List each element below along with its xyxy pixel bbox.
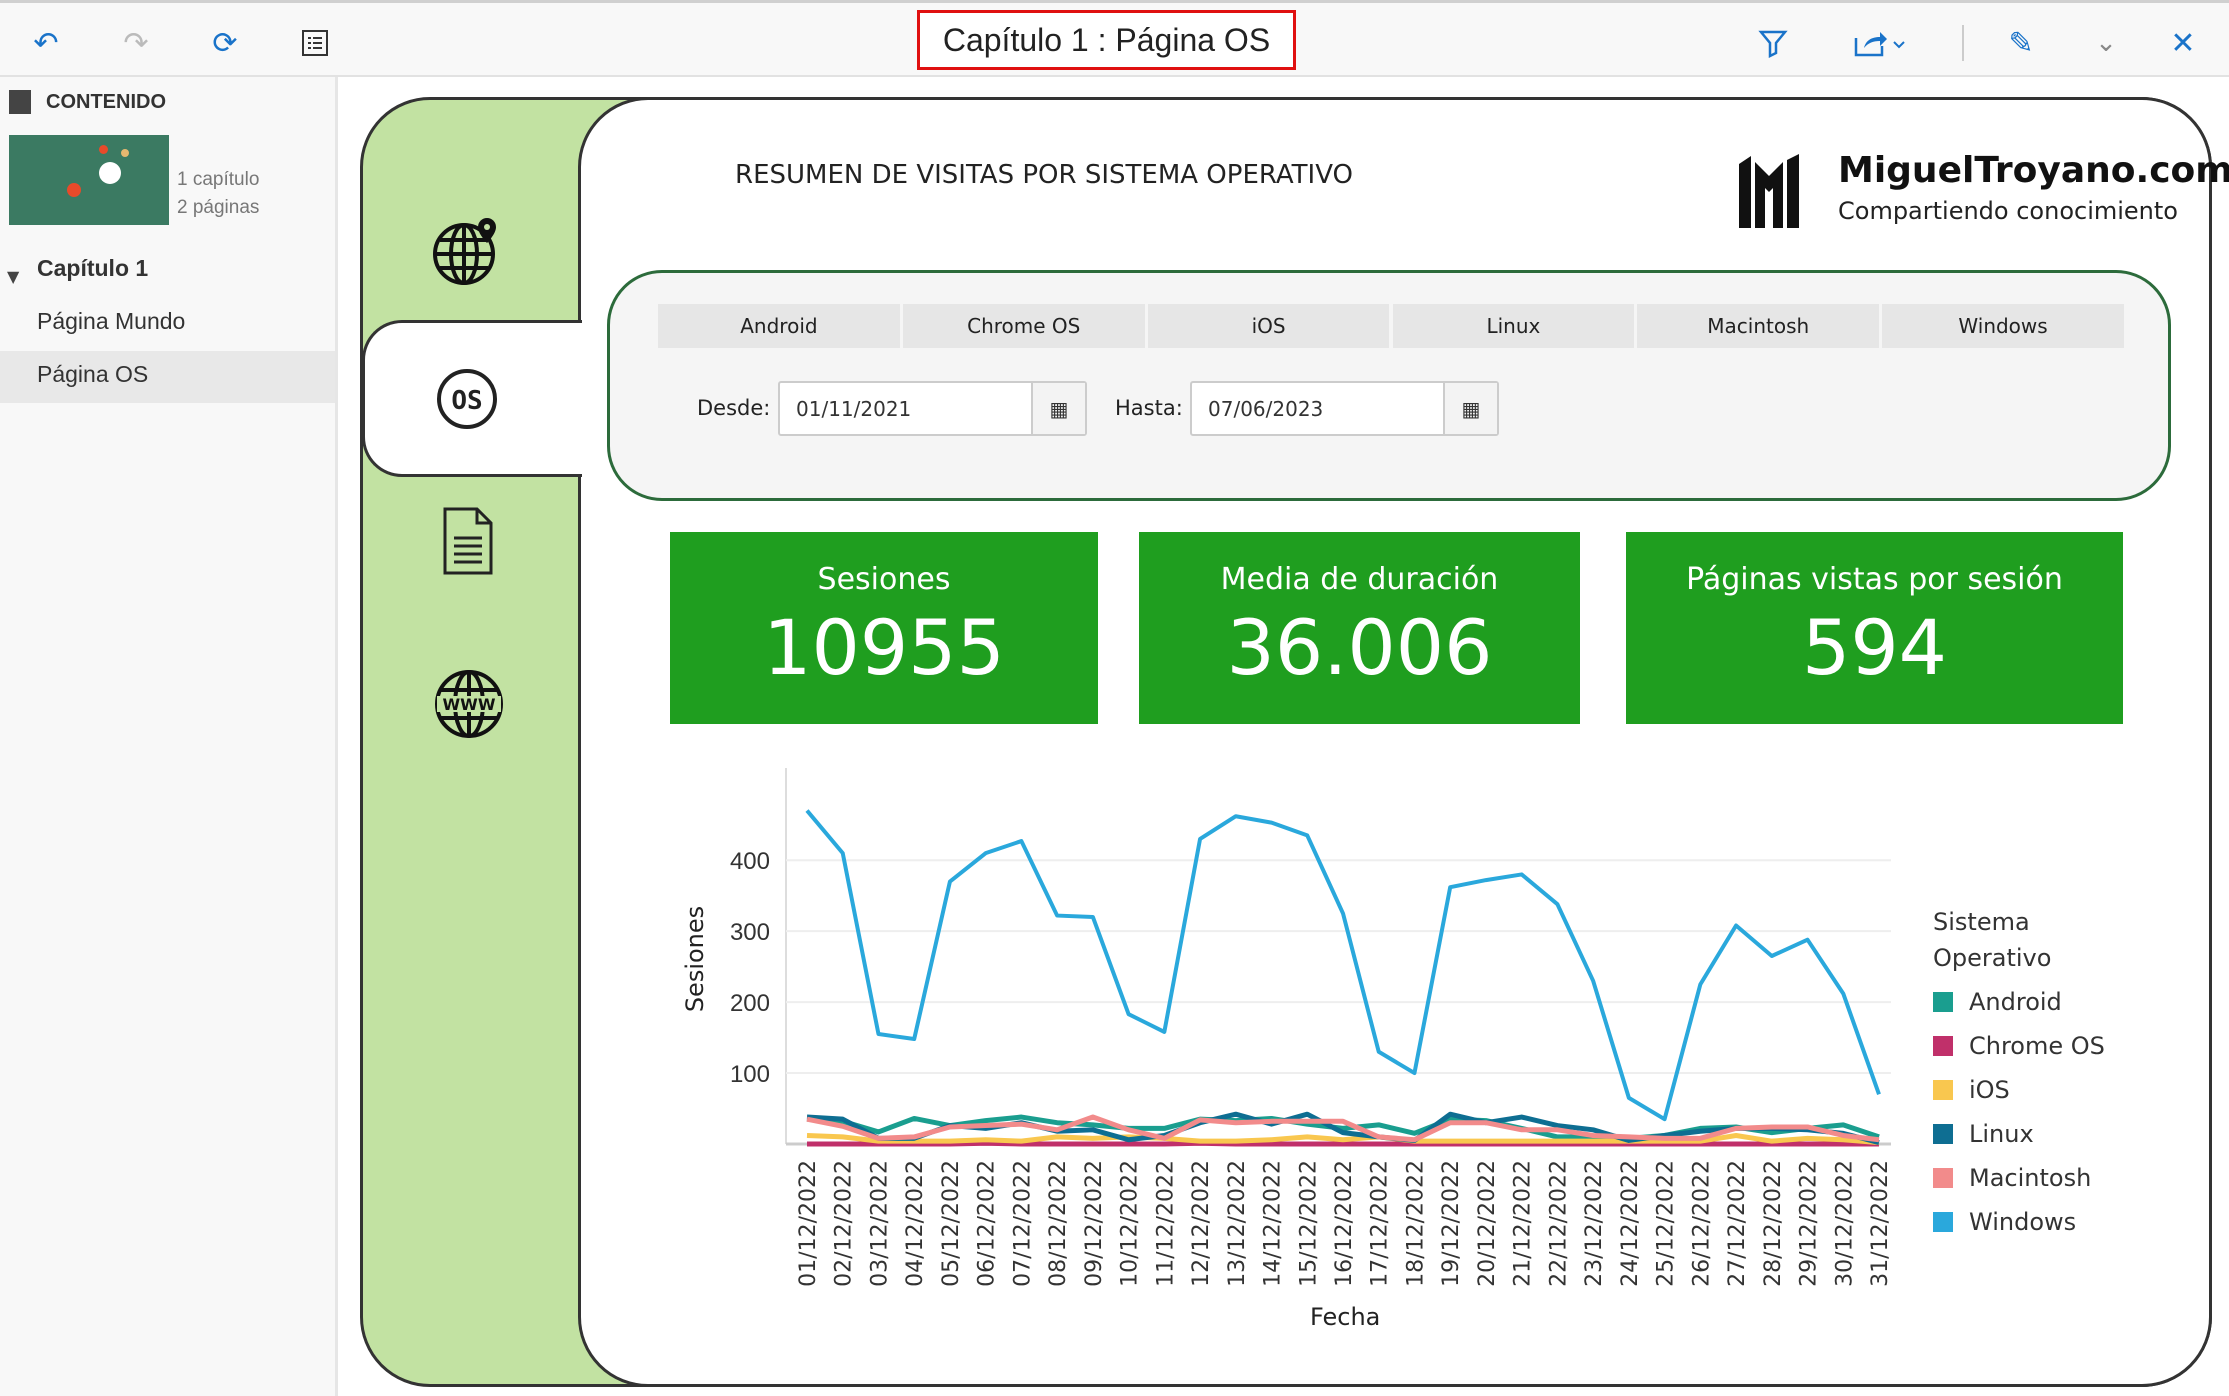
- x-tick-label: 06/12/2022: [975, 1160, 1000, 1287]
- legend-label: Windows: [1969, 1208, 2077, 1236]
- x-tick-label: 09/12/2022: [1082, 1160, 1107, 1287]
- x-tick-label: 25/12/2022: [1654, 1160, 1679, 1287]
- legend-swatch: [1933, 992, 1953, 1012]
- x-tick-label: 23/12/2022: [1582, 1160, 1607, 1287]
- x-tick-label: 29/12/2022: [1797, 1160, 1822, 1287]
- sessions-line-chart: 100 200 300 400 01/12/2022 02/12/2022 03/12/20…: [730, 768, 1893, 1287]
- legend-item[interactable]: Linux: [1933, 1120, 2034, 1148]
- x-tick-label: 10/12/2022: [1118, 1160, 1143, 1287]
- x-tick-label: 28/12/2022: [1761, 1160, 1786, 1287]
- series-line-chrome-os[interactable]: [807, 1140, 1879, 1147]
- x-tick-label: 27/12/2022: [1725, 1160, 1750, 1287]
- x-tick-label: 22/12/2022: [1546, 1160, 1571, 1287]
- y-tick-label: 200: [730, 990, 770, 1017]
- y-axis-label: Sesiones: [681, 905, 709, 1013]
- x-tick-label: 05/12/2022: [939, 1160, 964, 1287]
- y-tick-label: 400: [730, 848, 770, 875]
- x-tick-label: 15/12/2022: [1296, 1160, 1321, 1287]
- legend-item[interactable]: Windows: [1933, 1208, 2076, 1236]
- x-tick-label: 24/12/2022: [1618, 1160, 1643, 1287]
- x-tick-label: 14/12/2022: [1261, 1160, 1286, 1287]
- legend-swatch: [1933, 1168, 1953, 1188]
- legend-swatch: [1933, 1124, 1953, 1144]
- legend-label: iOS: [1969, 1076, 2010, 1104]
- legend-label: Android: [1969, 988, 2062, 1016]
- legend-swatch: [1933, 1212, 1953, 1232]
- x-tick-label: 31/12/2022: [1868, 1160, 1893, 1287]
- x-tick-label: 02/12/2022: [832, 1160, 857, 1287]
- x-tick-label: 20/12/2022: [1475, 1160, 1500, 1287]
- x-tick-label: 11/12/2022: [1153, 1160, 1178, 1287]
- legend-swatch: [1933, 1080, 1953, 1100]
- x-tick-label: 08/12/2022: [1046, 1160, 1071, 1287]
- x-tick-label: 04/12/2022: [903, 1160, 928, 1287]
- x-tick-label: 18/12/2022: [1403, 1160, 1428, 1287]
- x-tick-label: 19/12/2022: [1439, 1160, 1464, 1287]
- x-tick-label: 12/12/2022: [1189, 1160, 1214, 1287]
- x-tick-label: 30/12/2022: [1832, 1160, 1857, 1287]
- legend-swatch: [1933, 1036, 1953, 1056]
- x-tick-label: 26/12/2022: [1689, 1160, 1714, 1287]
- x-tick-label: 17/12/2022: [1368, 1160, 1393, 1287]
- legend-label: Macintosh: [1969, 1164, 2092, 1192]
- legend-label: Linux: [1969, 1120, 2034, 1148]
- x-tick-label: 16/12/2022: [1332, 1160, 1357, 1287]
- legend-item[interactable]: iOS: [1933, 1076, 2010, 1104]
- x-tick-label: 01/12/2022: [796, 1160, 821, 1287]
- legend-item[interactable]: Macintosh: [1933, 1164, 2091, 1192]
- x-tick-label: 07/12/2022: [1010, 1160, 1035, 1287]
- y-tick-label: 100: [730, 1061, 770, 1088]
- x-tick-label: 03/12/2022: [867, 1160, 892, 1287]
- legend-item[interactable]: Chrome OS: [1933, 1032, 2105, 1060]
- legend-item[interactable]: Android: [1933, 988, 2062, 1016]
- x-tick-label: 21/12/2022: [1511, 1160, 1536, 1287]
- y-tick-label: 300: [730, 919, 770, 946]
- legend-title: Sistema Operativo: [1933, 908, 2052, 972]
- x-axis-label: Fecha: [1310, 1303, 1381, 1331]
- x-tick-label: 13/12/2022: [1225, 1160, 1250, 1287]
- legend-label: Chrome OS: [1969, 1032, 2105, 1060]
